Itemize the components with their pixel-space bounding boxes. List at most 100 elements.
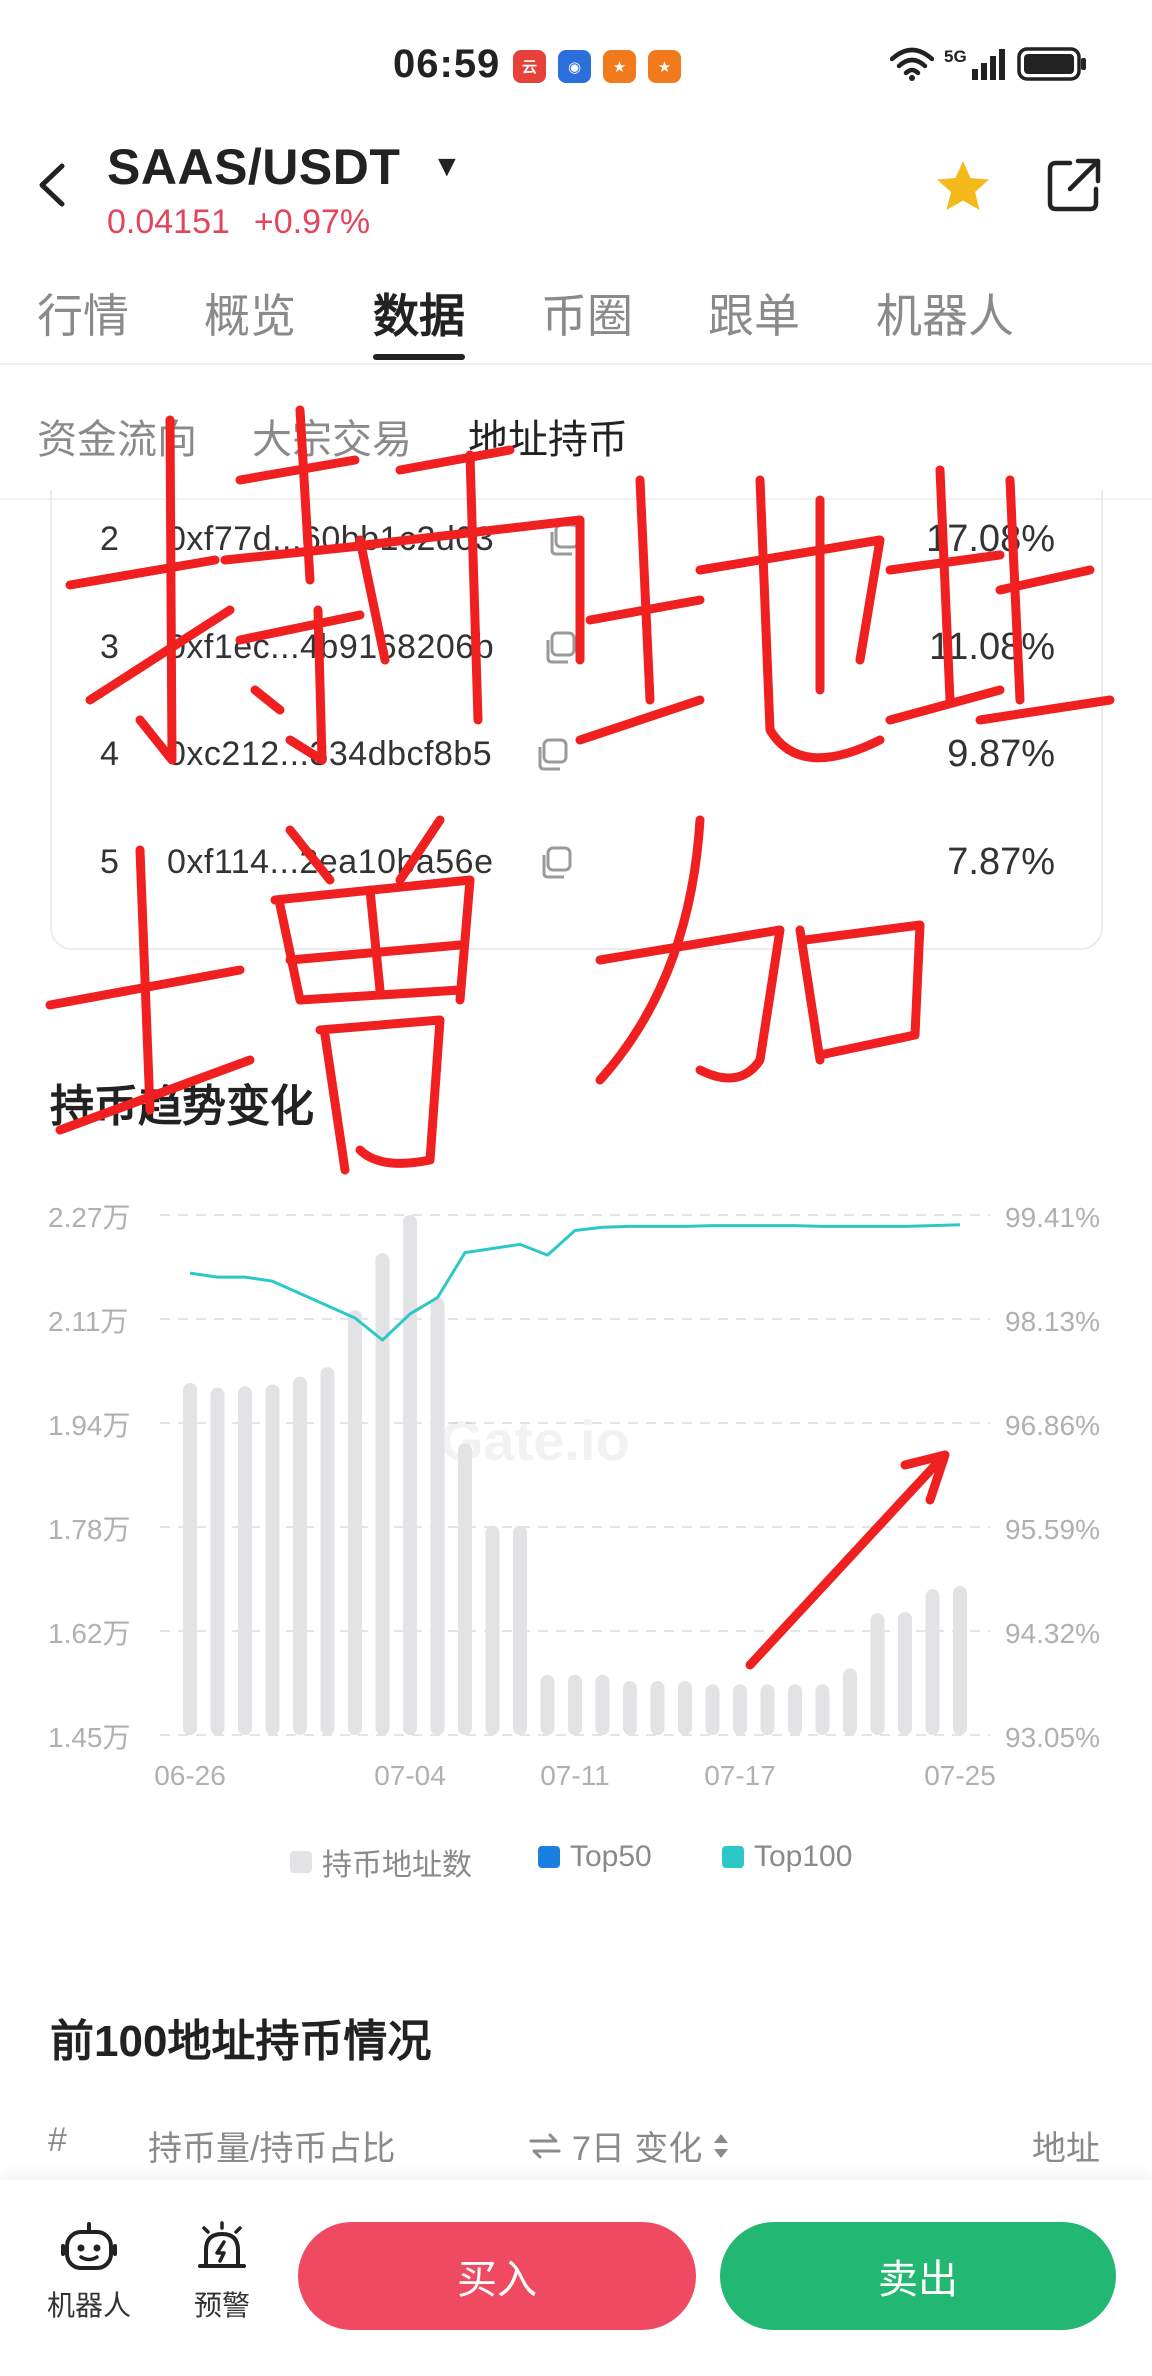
holder-row: 2 0xf77d...60bb1c2d03 17.08% <box>52 510 1105 570</box>
sell-button[interactable]: 卖出 <box>720 2222 1116 2330</box>
signal-icon <box>971 49 1005 80</box>
y-left-tick-label: 1.94万 <box>48 1410 131 1441</box>
y-left-tick-label: 2.11万 <box>48 1306 128 1337</box>
tab-copy-trading[interactable]: 跟单 <box>708 280 800 346</box>
pair-title[interactable]: SAAS/USDT <box>107 138 400 196</box>
holder-percentage: 11.08% <box>928 626 1055 668</box>
share-icon[interactable] <box>1044 155 1104 215</box>
y-right-tick-label: 94.32% <box>1005 1618 1100 1649</box>
game-app-icon-2: ★ <box>648 50 681 83</box>
chart-bar <box>210 1387 225 1735</box>
legend-swatch-top100 <box>722 1846 744 1868</box>
y-left-tick-label: 1.62万 <box>48 1618 131 1649</box>
network-type-label: 5G <box>944 47 967 66</box>
y-right-tick-label: 96.86% <box>1005 1410 1100 1441</box>
chart-bar <box>320 1367 335 1735</box>
chart-bar <box>925 1589 940 1735</box>
holder-percentage: 7.87% <box>947 841 1055 883</box>
wifi-icon <box>890 47 934 81</box>
battery-icon <box>1016 47 1086 81</box>
switch-icon[interactable] <box>528 2131 562 2161</box>
chart-bar <box>898 1611 912 1735</box>
status-indicators: 5G <box>890 46 1089 82</box>
holder-percentage: 9.87% <box>947 733 1055 775</box>
copy-icon[interactable] <box>534 737 570 773</box>
subtab-fund-flow[interactable]: 资金流向 <box>37 407 197 465</box>
tab-data[interactable]: 数据 <box>373 280 465 346</box>
copy-icon[interactable] <box>542 630 578 666</box>
tab-overview[interactable]: 概览 <box>204 280 296 346</box>
pair-dropdown-caret-icon[interactable]: ▼ <box>432 150 462 184</box>
x-tick-label: 06-26 <box>154 1760 226 1791</box>
chart-bar <box>705 1684 720 1735</box>
subtab-address-holdings[interactable]: 地址持币 <box>468 407 628 465</box>
holder-rank: 5 <box>100 843 119 881</box>
chart-bar <box>458 1443 472 1735</box>
chart-bar <box>815 1684 830 1735</box>
subtab-block-trade[interactable]: 大宗交易 <box>252 407 412 465</box>
y-right-tick-label: 95.59% <box>1005 1514 1100 1545</box>
holder-rank: 2 <box>100 520 119 558</box>
chart-bar <box>843 1668 857 1735</box>
x-tick-label: 07-25 <box>924 1760 996 1791</box>
sort-icon[interactable] <box>712 2131 730 2161</box>
alert-button[interactable]: 预警 <box>167 2220 277 2330</box>
chart-bar <box>623 1681 637 1735</box>
holder-address: 0xf77d...60bb1c2d03 <box>167 520 495 558</box>
column-rank: # <box>48 2121 67 2159</box>
x-tick-label: 07-04 <box>374 1760 446 1791</box>
legend-label-top100: Top100 <box>754 1840 853 1873</box>
price-row: 0.04151 +0.97% <box>107 203 370 242</box>
chart-bar <box>568 1674 582 1735</box>
chart-bar <box>348 1310 362 1735</box>
x-tick-label: 07-11 <box>540 1760 610 1791</box>
column-address: 地址 <box>1032 2130 1100 2168</box>
chart-bar <box>733 1684 747 1735</box>
column-amount: 持币量/持币占比 <box>148 2130 396 2168</box>
holder-row: 3 0xf1ec...4b9168206b 11.08% <box>52 618 1105 678</box>
top100-table-header: # 持币量/持币占比 7日 变化 地址 <box>0 2115 1152 2175</box>
holder-address: 0xf1ec...4b9168206b <box>167 628 495 666</box>
legend-item-top50[interactable]: Top50 <box>538 1840 652 1874</box>
holder-address: 0xf114...2ea10ba56e <box>167 843 494 881</box>
main-tabs: 行情 概览 数据 币圈 跟单 机器人 <box>0 270 1152 365</box>
chart-bar <box>678 1681 692 1735</box>
legend-label-holders: 持币地址数 <box>322 1849 472 1882</box>
chart-bar <box>375 1253 390 1735</box>
buy-button[interactable]: 买入 <box>298 2222 696 2330</box>
column-7d-change[interactable]: 7日 变化 <box>528 2121 730 2170</box>
chart-bar <box>513 1525 527 1735</box>
holder-row: 5 0xf114...2ea10ba56e 7.87% <box>52 833 1105 893</box>
alarm-bell-icon <box>198 2221 246 2268</box>
sub-tabs: 资金流向 大宗交易 地址持币 <box>0 365 1152 500</box>
tab-community[interactable]: 币圈 <box>541 280 633 346</box>
y-left-tick-label: 2.27万 <box>48 1202 131 1233</box>
chart-bar <box>183 1383 197 1735</box>
robot-button[interactable]: 机器人 <box>34 2220 144 2330</box>
news-app-icon: 云 <box>513 50 546 83</box>
price-change: +0.97% <box>253 203 371 241</box>
chart-bar <box>595 1674 610 1735</box>
y-right-tick-label: 99.41% <box>1005 1202 1100 1233</box>
chart-bar <box>540 1674 555 1735</box>
top100-section-title: 前100地址持币情况 <box>50 2017 432 2066</box>
chart-line-top100 <box>189 1223 961 1342</box>
chart-bar <box>760 1684 775 1735</box>
tab-bot[interactable]: 机器人 <box>876 280 1014 346</box>
holder-rank: 3 <box>100 628 119 666</box>
robot-icon <box>61 2222 117 2270</box>
copy-icon[interactable] <box>546 522 582 558</box>
back-arrow-icon[interactable] <box>30 160 80 210</box>
copy-icon[interactable] <box>538 845 574 881</box>
tab-market[interactable]: 行情 <box>37 280 129 346</box>
trend-section-title: 持币趋势变化 <box>50 1082 314 1131</box>
legend-item-top100[interactable]: Top100 <box>722 1840 852 1874</box>
legend-item-holders[interactable]: 持币地址数 <box>290 1840 472 1884</box>
holder-address: 0xc212...334dbcf8b5 <box>167 735 493 773</box>
favorite-star-icon[interactable] <box>933 157 993 217</box>
last-price: 0.04151 <box>107 203 230 241</box>
x-tick-label: 07-17 <box>704 1760 776 1791</box>
y-left-tick-label: 1.45万 <box>48 1722 131 1753</box>
legend-swatch-holders <box>290 1851 312 1873</box>
chart-bar <box>265 1384 280 1735</box>
